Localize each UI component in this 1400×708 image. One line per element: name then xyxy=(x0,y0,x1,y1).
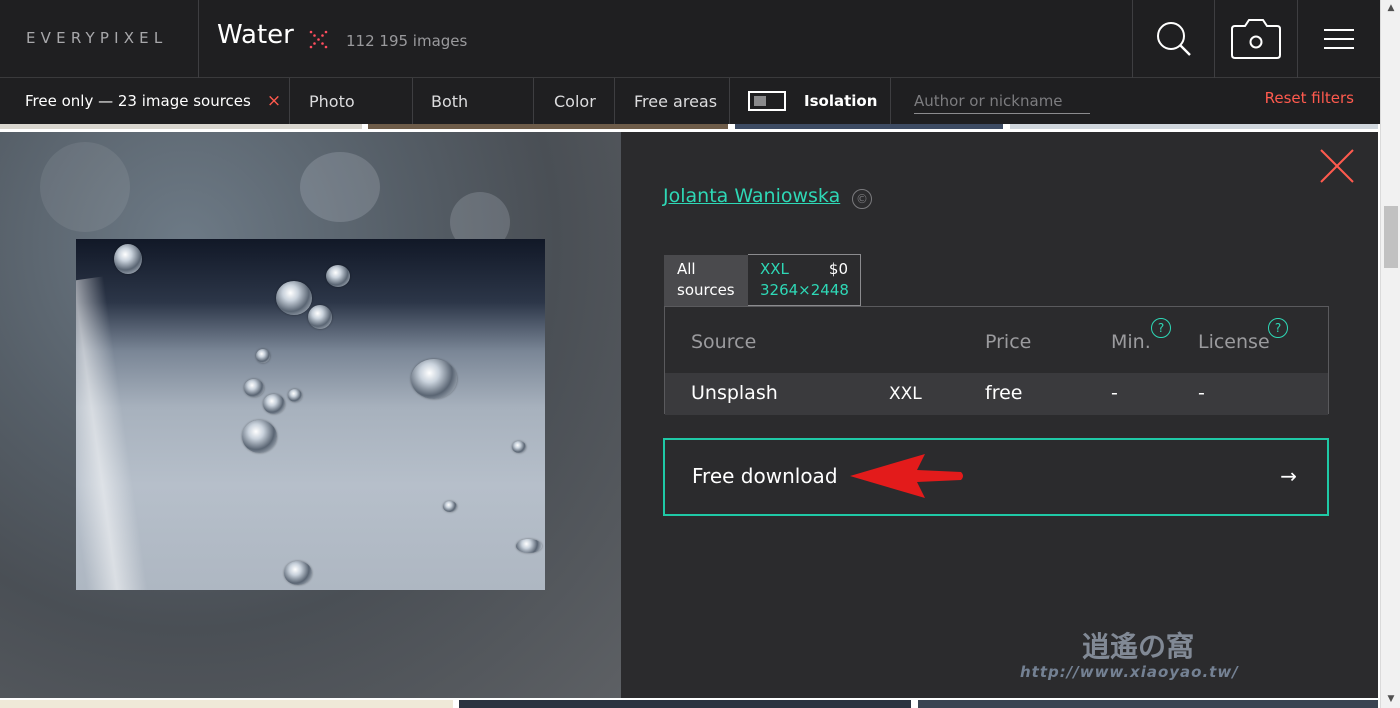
preview-image[interactable] xyxy=(76,239,545,590)
water-drop xyxy=(326,265,350,287)
result-count: 112 195 images xyxy=(346,32,468,50)
row-size: XXL xyxy=(889,384,922,404)
photo-filter[interactable]: Photo xyxy=(309,78,355,124)
thumbnail-image[interactable] xyxy=(368,124,728,129)
water-drop xyxy=(308,305,332,329)
copyright-icon: © xyxy=(852,189,872,209)
water-drop xyxy=(242,420,277,453)
filter-divider xyxy=(729,78,730,124)
search-icon xyxy=(1157,22,1191,56)
help-icon[interactable]: ? xyxy=(1268,318,1288,338)
thumbnail-image[interactable] xyxy=(1010,124,1378,129)
arrow-right-icon: → xyxy=(1280,464,1297,488)
color-filter[interactable]: Color xyxy=(554,78,596,124)
water-drop xyxy=(411,359,457,399)
thumbnail-image[interactable] xyxy=(918,700,1378,708)
filter-divider xyxy=(614,78,615,124)
water-drop xyxy=(443,501,457,512)
tab-all-line2: sources xyxy=(677,281,735,299)
thumbnail-image[interactable] xyxy=(459,700,911,708)
menu-button[interactable] xyxy=(1298,0,1380,78)
thumbnail-image[interactable] xyxy=(0,700,453,708)
scroll-down-icon[interactable]: ▼ xyxy=(1385,694,1397,704)
close-icon[interactable] xyxy=(1319,148,1355,184)
filter-bar: Free only — 23 image sources × Photo Bot… xyxy=(0,78,1380,124)
free-areas-filter[interactable]: Free areas xyxy=(634,78,717,124)
tab-size-xxl[interactable]: XXL 3264×2448 $0 xyxy=(748,254,861,306)
column-header-source: Source xyxy=(691,331,757,353)
orientation-filter[interactable]: Both xyxy=(431,78,468,124)
bokeh xyxy=(300,152,380,222)
page-scrollbar[interactable]: ▲ ▼ xyxy=(1380,0,1400,708)
isolation-toggle[interactable]: Isolation xyxy=(748,78,877,124)
water-drop xyxy=(288,389,302,402)
water-drop xyxy=(256,349,270,363)
tab-all-sources[interactable]: All sources xyxy=(664,255,748,306)
hamburger-menu-icon xyxy=(1324,29,1354,49)
table-row[interactable]: Unsplash XXL free - - xyxy=(665,373,1328,415)
light-streak xyxy=(76,276,148,590)
column-header-min: Min. xyxy=(1111,331,1151,353)
column-header-license: License xyxy=(1198,331,1270,353)
filter-divider xyxy=(890,78,891,124)
help-icon[interactable]: ? xyxy=(1151,318,1171,338)
bokeh xyxy=(40,142,130,232)
download-label: Free download xyxy=(692,464,838,488)
camera-search-button[interactable] xyxy=(1215,0,1297,78)
toggle-switch[interactable] xyxy=(748,91,786,111)
toggle-knob xyxy=(754,96,766,106)
scroll-up-icon[interactable]: ▲ xyxy=(1385,3,1397,13)
water-drop xyxy=(284,561,312,585)
water-drop xyxy=(263,394,285,414)
tab-all-line1: All xyxy=(677,260,696,278)
thumbnail-image[interactable] xyxy=(0,124,362,129)
author-link[interactable]: Jolanta Waniowska xyxy=(663,185,840,207)
water-drop xyxy=(512,441,526,453)
site-logo[interactable]: EVERYPIXEL xyxy=(26,29,167,47)
water-drop xyxy=(244,379,264,397)
reset-filters-link[interactable]: Reset filters xyxy=(1265,89,1354,107)
page: EVERYPIXEL Water 112 195 images Free onl… xyxy=(0,0,1400,708)
row-license: - xyxy=(1198,382,1205,404)
search-query[interactable]: Water xyxy=(217,20,294,50)
row-price: free xyxy=(985,382,1023,404)
image-backdrop xyxy=(0,132,621,698)
search-button[interactable] xyxy=(1133,0,1215,78)
isolation-label: Isolation xyxy=(804,92,878,110)
camera-icon xyxy=(1231,19,1281,59)
sources-table: Source Price Min. ? License ? Unsplash X… xyxy=(664,306,1329,415)
image-info: Jolanta Waniowska © All sources XXL 3264… xyxy=(621,132,1378,698)
filter-divider xyxy=(412,78,413,124)
related-dots-icon[interactable] xyxy=(309,30,328,49)
free-only-filter[interactable]: Free only — 23 image sources × xyxy=(25,78,281,124)
water-drop xyxy=(114,244,142,274)
scrollbar-thumb[interactable] xyxy=(1384,206,1398,268)
author-search-input[interactable] xyxy=(914,88,1090,114)
image-detail-panel: Jolanta Waniowska © All sources XXL 3264… xyxy=(0,132,1378,698)
size-dimensions: 3264×2448 xyxy=(760,281,849,299)
header-divider xyxy=(198,0,199,78)
filter-divider xyxy=(533,78,534,124)
column-header-price: Price xyxy=(985,331,1032,353)
filter-divider xyxy=(289,78,290,124)
water-drop xyxy=(276,281,312,315)
free-download-button[interactable]: Free download → xyxy=(663,438,1329,516)
close-icon[interactable]: × xyxy=(267,91,281,111)
thumbnail-image[interactable] xyxy=(735,124,1003,129)
water-drop xyxy=(516,539,542,553)
size-price: $0 xyxy=(828,260,848,278)
free-only-label: Free only — 23 image sources xyxy=(25,92,251,110)
row-source: Unsplash xyxy=(691,382,778,404)
row-min: - xyxy=(1111,382,1118,404)
top-header: EVERYPIXEL Water 112 195 images xyxy=(0,0,1380,78)
